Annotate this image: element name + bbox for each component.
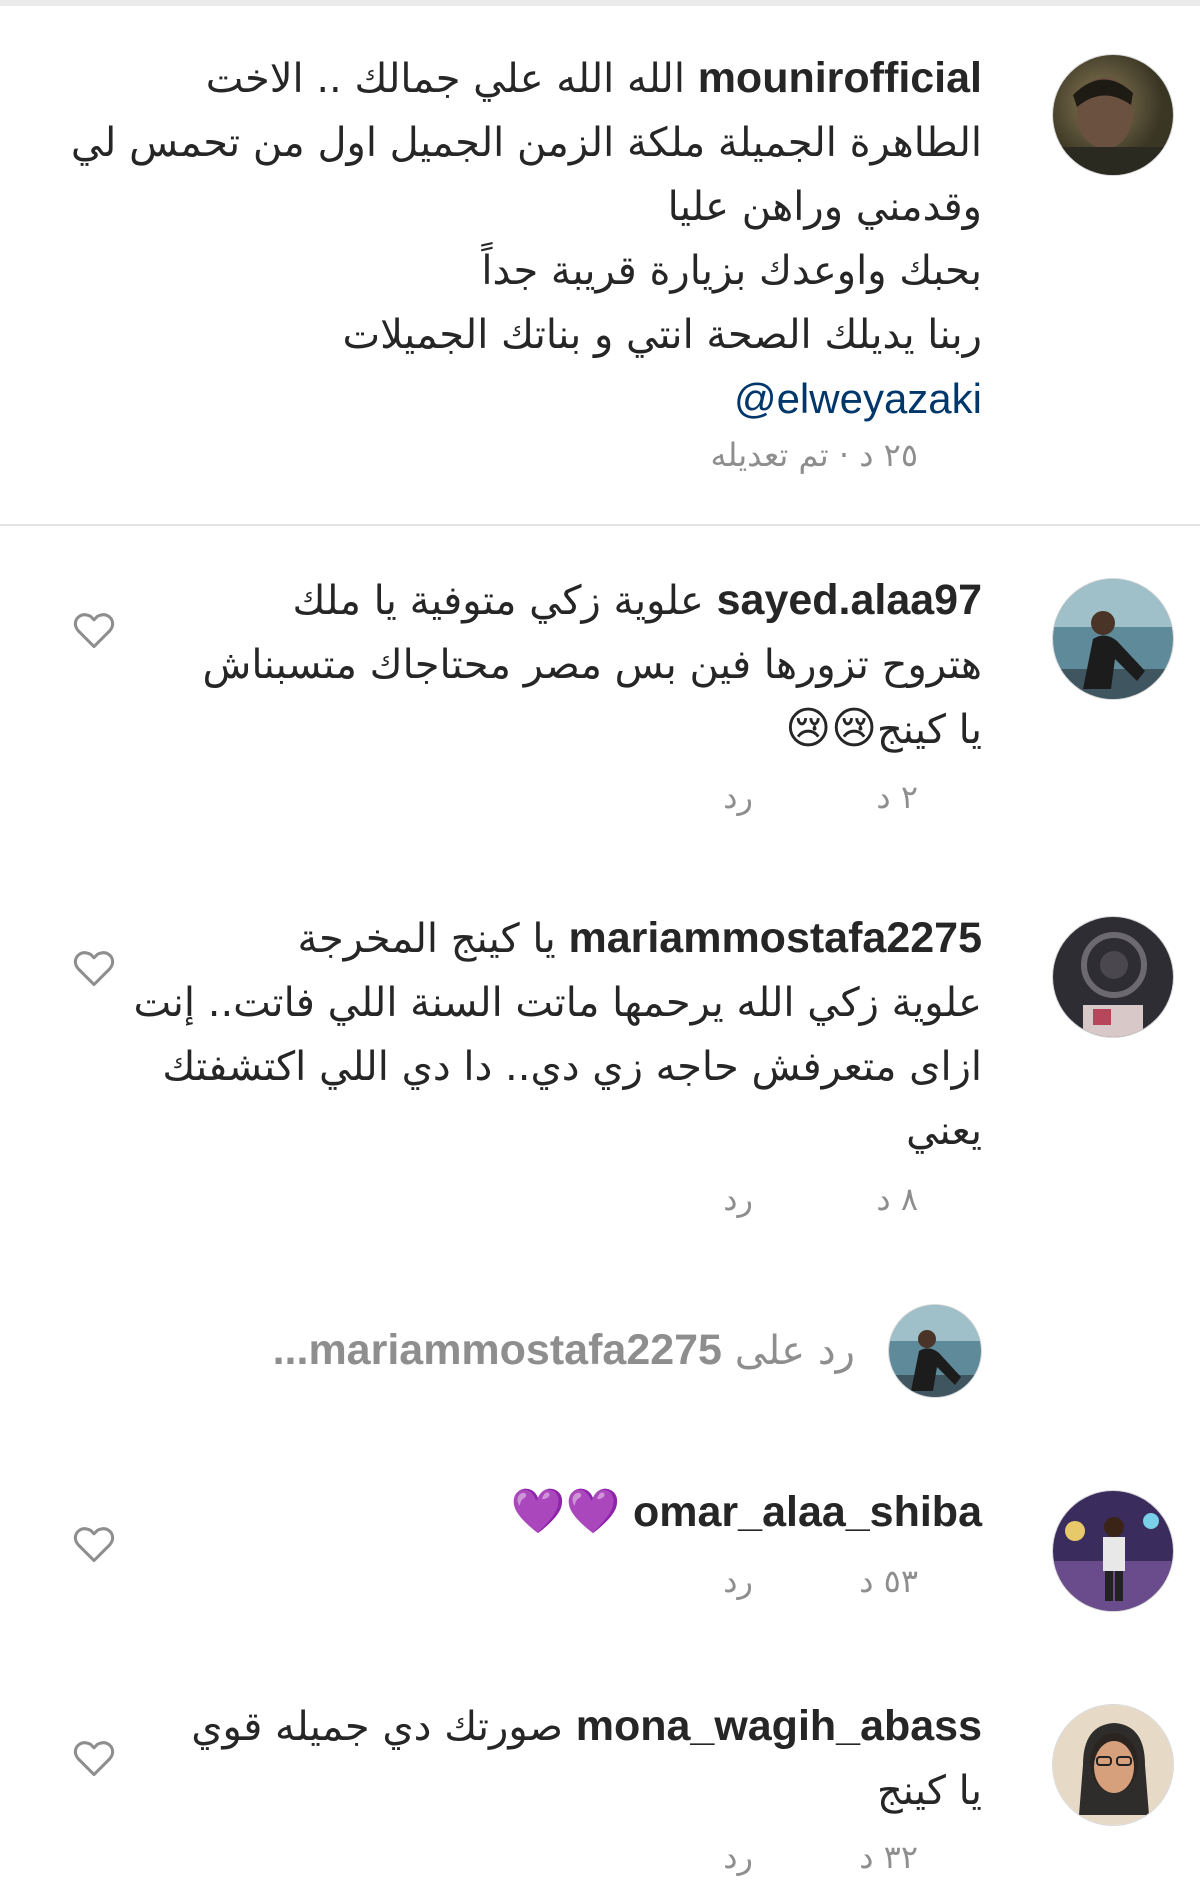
mention-link[interactable]: @elweyazaki: [734, 375, 982, 422]
reply-button[interactable]: رد: [723, 1562, 753, 1600]
like-heart-icon[interactable]: [73, 1740, 115, 1778]
avatar[interactable]: [1052, 1704, 1174, 1826]
comment-body: mona_wagih_abass صورتك دي جميله قوي يا ك…: [82, 1694, 982, 1823]
comment-body: sayed.alaa97 علوية زكي متوفية يا ملك هتر…: [82, 568, 982, 762]
comment-time: ٥٣ د: [859, 1562, 918, 1600]
avatar-photo-icon: [1053, 917, 1173, 1037]
replied-to-prefix: رد على: [734, 1328, 855, 1374]
avatar-photo-icon: [1053, 579, 1173, 699]
avatar[interactable]: [1052, 54, 1174, 176]
avatar[interactable]: [888, 1304, 982, 1398]
purple-heart-icon: 💜💜: [510, 1486, 621, 1537]
like-heart-icon[interactable]: [73, 1526, 115, 1564]
comment-username[interactable]: sayed.alaa97: [717, 576, 982, 624]
comment-text-line: علوية زكي متوفية يا ملك: [292, 578, 704, 624]
avatar[interactable]: [1052, 1490, 1174, 1612]
like-heart-icon[interactable]: [73, 612, 115, 650]
reply-button[interactable]: رد: [723, 1180, 753, 1218]
like-heart-icon[interactable]: [73, 950, 115, 988]
replied-to-username[interactable]: mariammostafa2275...: [273, 1326, 722, 1374]
comment-username[interactable]: mounirofficial: [698, 54, 982, 102]
comment-text-line: يعني: [906, 1108, 982, 1154]
comment-body: mounirofficial الله الله علي جمالك .. ال…: [70, 46, 982, 432]
comment-body: mariammostafa2275 يا كينج المخرجة علوية …: [82, 906, 982, 1163]
avatar-photo-icon: [1053, 55, 1173, 175]
avatar[interactable]: [1052, 578, 1174, 700]
comment-username[interactable]: mona_wagih_abass: [576, 1702, 982, 1750]
comment-text-line: الطاهرة الجميلة ملكة الزمن الجميل اول من…: [70, 120, 982, 166]
comment-time: ٢ د: [876, 778, 918, 816]
comment-text-line: بحبك واوعدك بزيارة قريبة جداً: [481, 248, 982, 294]
avatar-photo-icon: [1053, 1705, 1173, 1825]
avatar-photo-icon: [889, 1305, 981, 1397]
crying-face-icon: 😢😢: [785, 703, 877, 754]
comment-body: omar_alaa_shiba 💜💜: [82, 1480, 982, 1545]
reply-button[interactable]: رد: [723, 1838, 753, 1876]
avatar-photo-icon: [1053, 1491, 1173, 1611]
comment-meta: ٢٥ د · تم تعديله: [710, 436, 918, 474]
comment-text-line: يا كينج المخرجة: [297, 916, 556, 962]
reply-button[interactable]: رد: [723, 778, 753, 816]
comment-text-line: يا كينج: [876, 707, 982, 753]
replied-to-text: رد على mariammostafa2275...: [273, 1326, 855, 1375]
comment-username[interactable]: omar_alaa_shiba: [633, 1488, 982, 1536]
comment-text-line: هتروح تزورها فين بس مصر محتاجاك متسبناش: [202, 642, 982, 688]
comment-text-line: يا كينج: [876, 1768, 982, 1814]
comment-text-line: وقدمني وراهن عليا: [667, 184, 982, 230]
comment-text-line: صورتك دي جميله قوي: [191, 1704, 563, 1750]
top-rule: [0, 0, 1200, 6]
comment-text-line: ازاى متعرفش حاجه زي دي.. دا دي اللي اكتش…: [162, 1044, 982, 1090]
divider: [0, 524, 1200, 526]
comment-username[interactable]: mariammostafa2275: [568, 914, 982, 962]
comment-time: ٣٢ د: [859, 1838, 918, 1876]
comment-text-line: علوية زكي الله يرحمها ماتت السنة اللي فا…: [133, 980, 982, 1026]
comment-text-line: ربنا يديلك الصحة انتي و بناتك الجميلات: [342, 312, 982, 358]
comment-text-line: الله الله علي جمالك .. الاخت: [205, 56, 685, 102]
comment-time: ٨ د: [876, 1180, 918, 1218]
avatar[interactable]: [1052, 916, 1174, 1038]
